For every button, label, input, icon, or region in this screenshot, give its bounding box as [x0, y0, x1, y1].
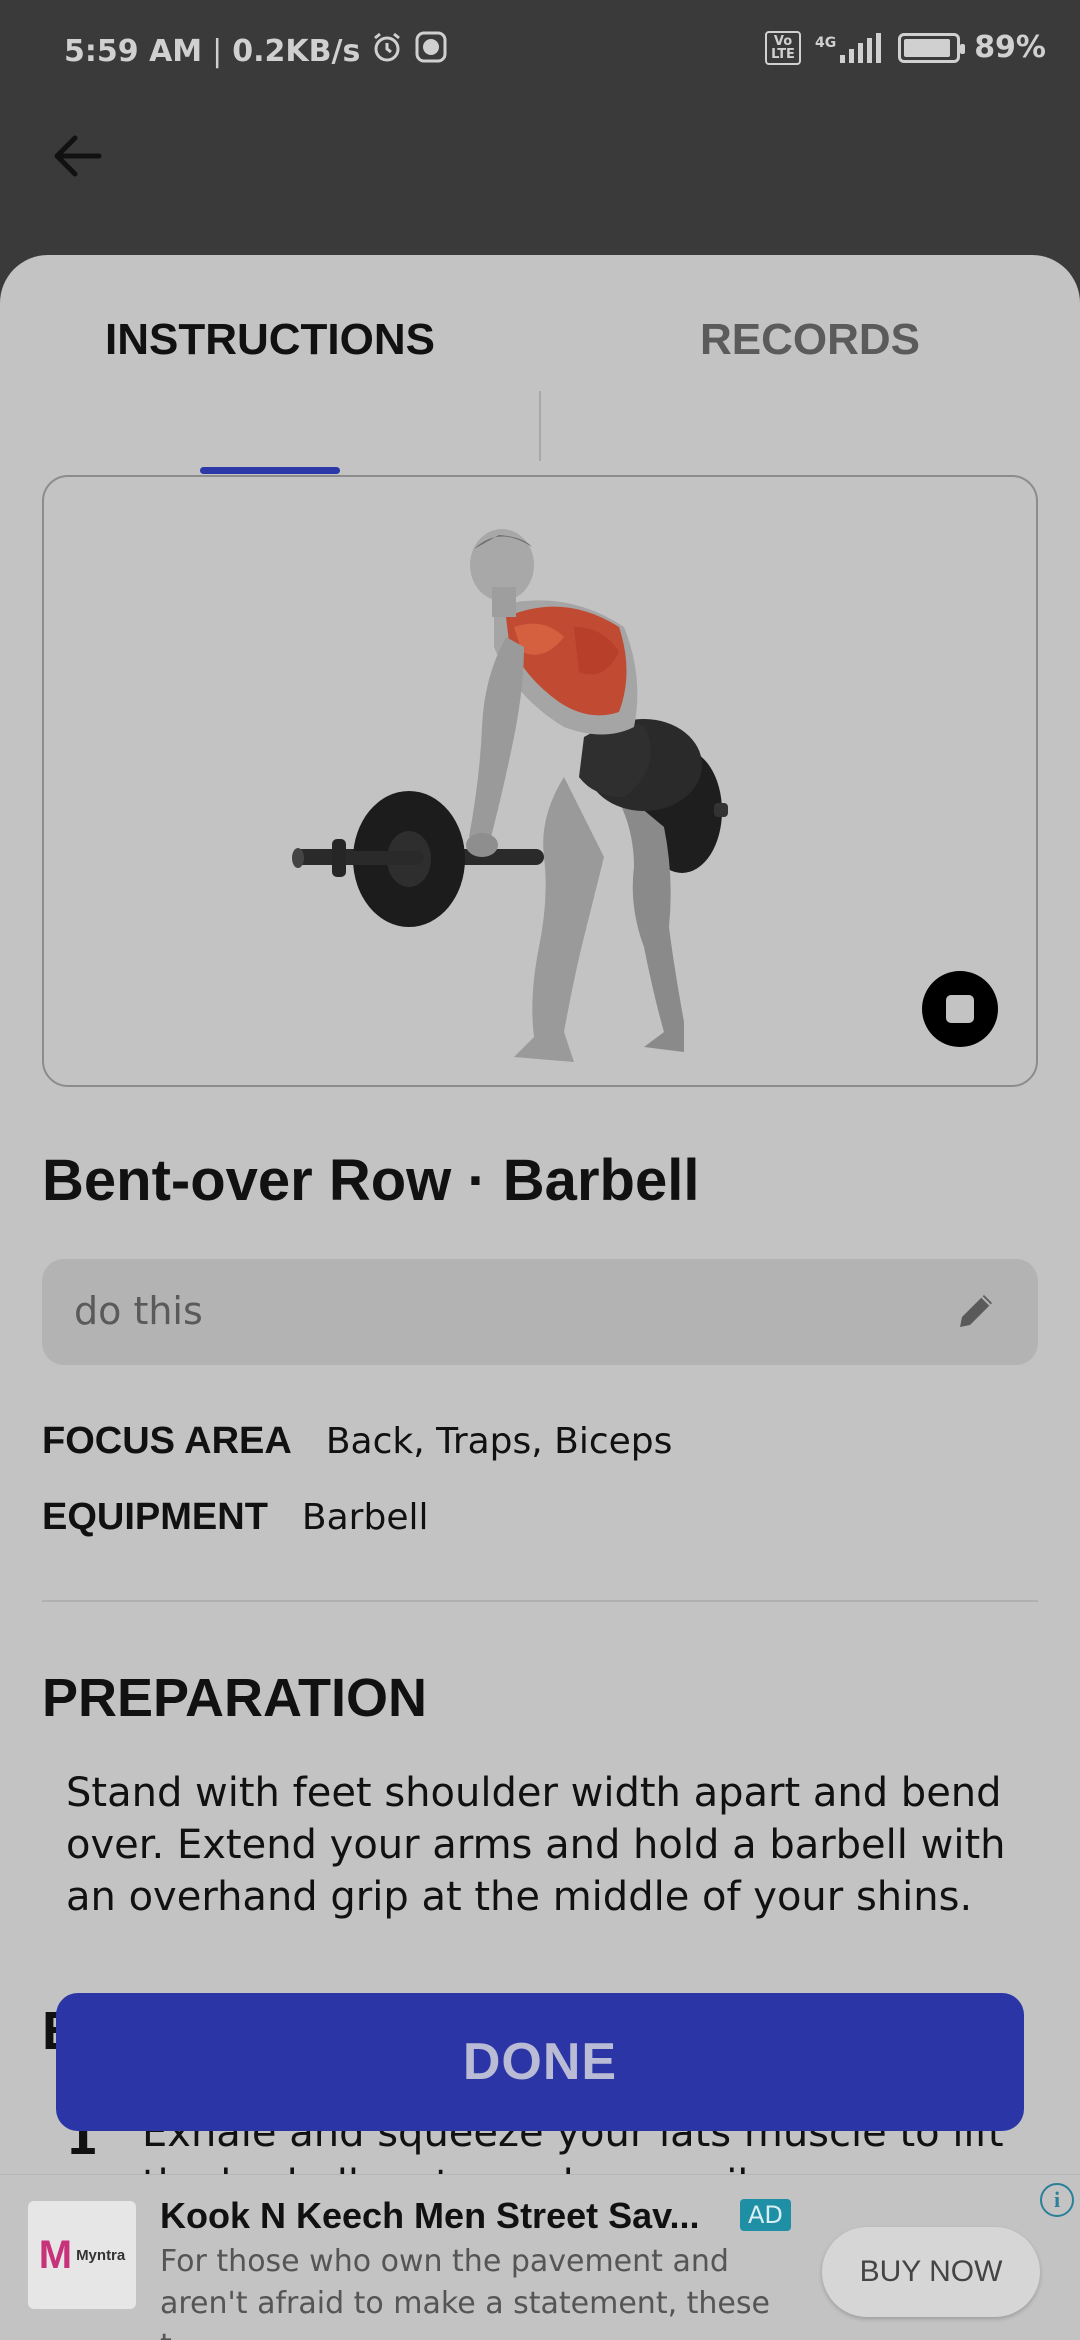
- status-separator: |: [212, 33, 223, 69]
- alarm-icon: [370, 30, 404, 72]
- stop-icon: [946, 995, 974, 1023]
- ad-logo: M Myntra: [28, 2201, 136, 2309]
- ad-badge: AD: [740, 2199, 791, 2231]
- focus-area-row: FOCUS AREA Back, Traps, Biceps: [42, 1420, 672, 1463]
- ad-info-icon[interactable]: i: [1040, 2183, 1074, 2217]
- preparation-text: Stand with feet shoulder width apart and…: [66, 1770, 1006, 1920]
- section-divider: [42, 1600, 1038, 1602]
- tab-divider: [539, 391, 541, 461]
- exercise-title: Bent-over Row · Barbell: [42, 1148, 700, 1213]
- network-type: 4G: [814, 34, 837, 51]
- note-input[interactable]: [74, 1289, 874, 1333]
- stop-animation-button[interactable]: [922, 971, 998, 1047]
- active-tab-indicator: [200, 467, 340, 474]
- status-time: 5:59 AM: [64, 33, 203, 69]
- myntra-logo-icon: M: [38, 2232, 73, 2277]
- exercise-illustration: [292, 529, 728, 1062]
- equipment-value: Barbell: [301, 1497, 429, 1538]
- tab-records[interactable]: RECORDS: [600, 315, 1020, 365]
- focus-area-value: Back, Traps, Biceps: [325, 1421, 673, 1462]
- app-notification-icon: [414, 30, 448, 72]
- status-left: 5:59 AM | 0.2KB/s: [64, 30, 448, 72]
- battery-fill: [904, 38, 951, 57]
- battery-percent: 89%: [974, 30, 1046, 65]
- ad-banner[interactable]: M Myntra Kook N Keech Men Street Sav... …: [0, 2174, 1080, 2340]
- exercise-note-field[interactable]: [42, 1259, 1038, 1365]
- equipment-label: EQUIPMENT: [42, 1496, 268, 1538]
- ad-buy-now-button[interactable]: BUY NOW: [822, 2227, 1040, 2317]
- tab-instructions[interactable]: INSTRUCTIONS: [60, 315, 480, 365]
- tab-bar: INSTRUCTIONS RECORDS: [0, 315, 1080, 474]
- ad-logo-text: Myntra: [76, 2246, 126, 2264]
- equipment-row: EQUIPMENT Barbell: [42, 1496, 428, 1539]
- exercise-animation[interactable]: [42, 475, 1038, 1087]
- back-button[interactable]: [50, 130, 106, 186]
- arrow-left-icon: [53, 134, 103, 182]
- ad-title: Kook N Keech Men Street Sav...: [160, 2195, 700, 2236]
- focus-area-label: FOCUS AREA: [42, 1420, 292, 1462]
- signal-icon: 4G: [814, 32, 884, 63]
- done-button[interactable]: DONE: [56, 1993, 1024, 2131]
- pencil-icon[interactable]: [954, 1289, 998, 1333]
- status-bar: 5:59 AM | 0.2KB/s Vo LTE 4G 89%: [0, 0, 1080, 100]
- ad-description: For those who own the pavement and aren'…: [160, 2244, 770, 2340]
- status-net-speed: 0.2KB/s: [232, 33, 361, 69]
- volte-icon: Vo LTE: [765, 30, 801, 65]
- battery-icon: [898, 32, 966, 63]
- exercise-detail-sheet: INSTRUCTIONS RECORDS Bent-over Row · Bar…: [0, 255, 1080, 2340]
- preparation-heading: PREPARATION: [42, 1668, 428, 1728]
- status-right: Vo LTE 4G 89%: [765, 30, 1046, 65]
